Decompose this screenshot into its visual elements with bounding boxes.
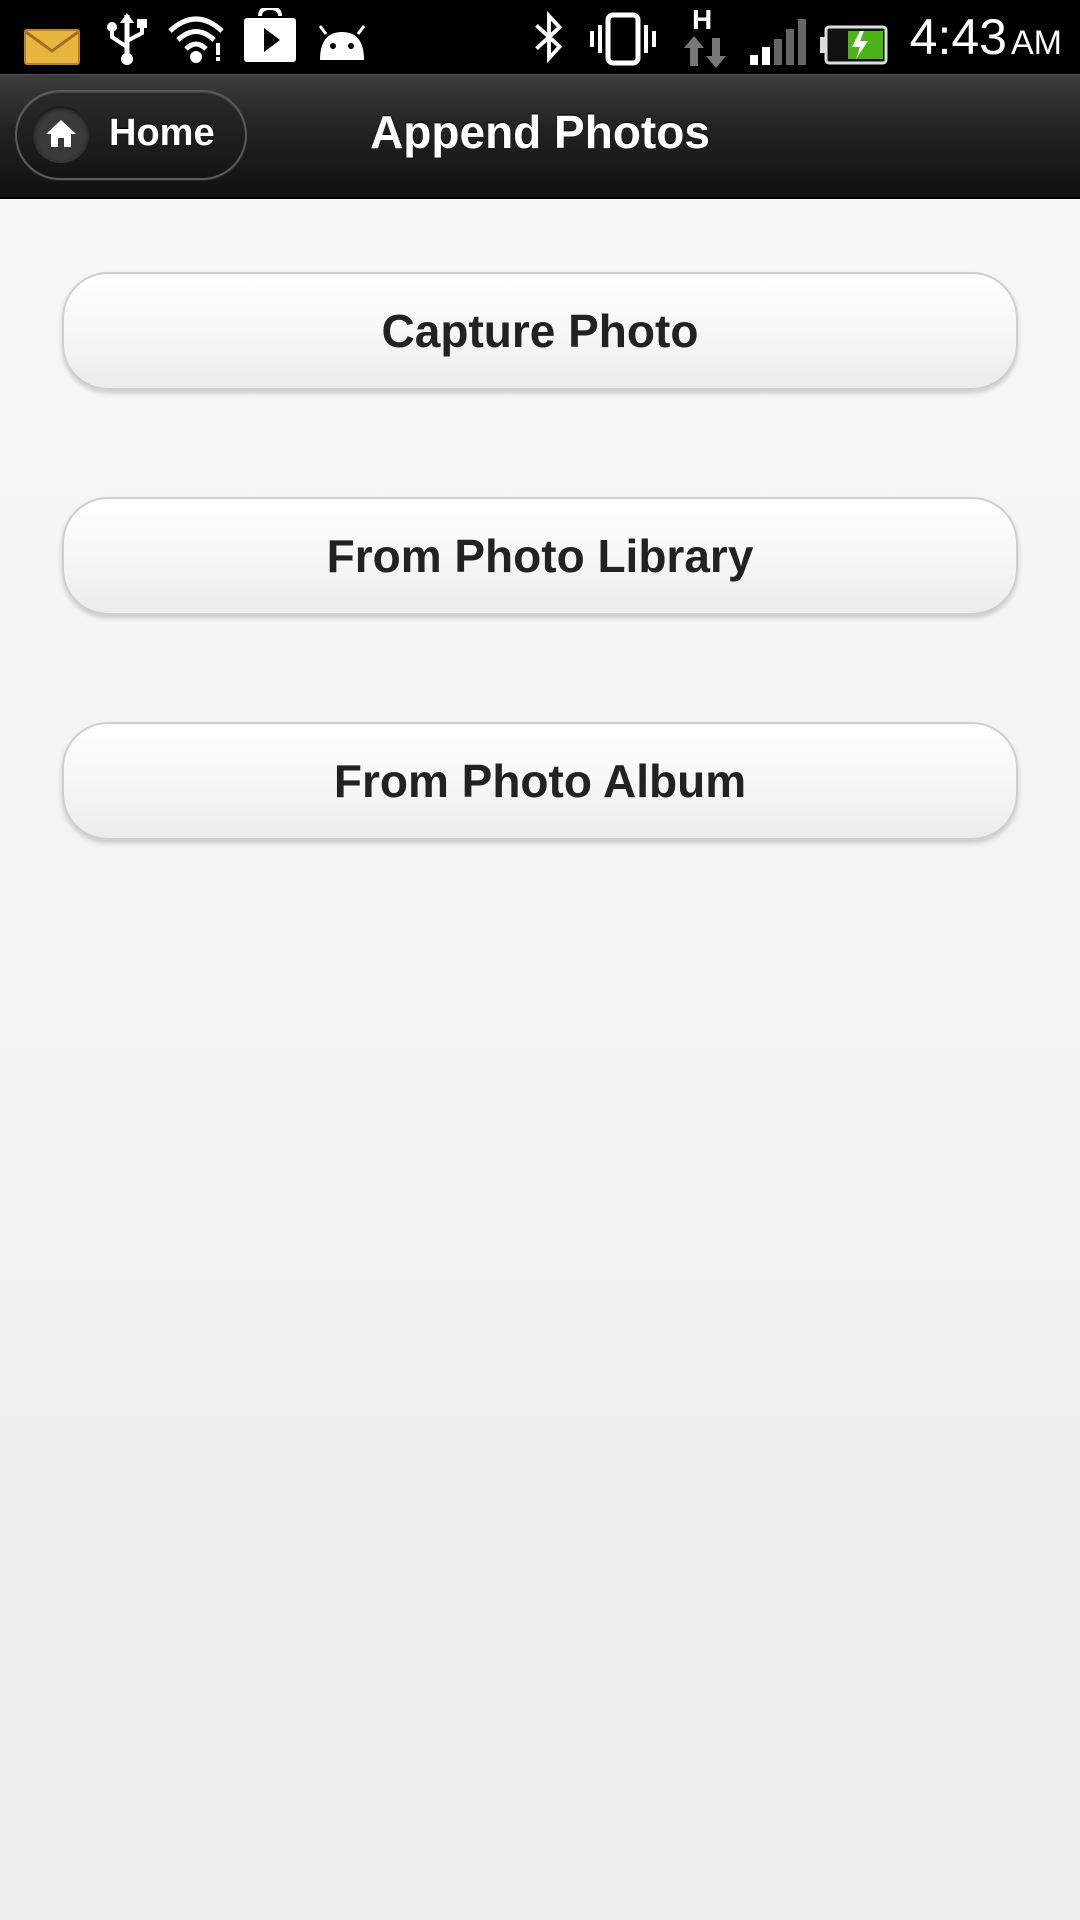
battery-charging-icon xyxy=(820,25,888,65)
android-icon xyxy=(318,25,366,60)
from-photo-album-button[interactable]: From Photo Album xyxy=(62,722,1018,840)
page-title: Append Photos xyxy=(370,106,710,158)
hspa-data-icon: H xyxy=(680,4,730,68)
play-store-icon xyxy=(244,8,296,62)
status-clock: 4:43 AM xyxy=(910,8,1062,66)
status-bar: H 4:43 AM xyxy=(0,0,1080,74)
bluetooth-icon xyxy=(535,10,563,64)
clock-ampm: AM xyxy=(1011,24,1062,62)
clock-time: 4:43 xyxy=(909,9,1007,65)
usb-icon xyxy=(107,13,147,65)
header-bar: Home Append Photos xyxy=(0,74,1080,199)
from-photo-library-button[interactable]: From Photo Library xyxy=(62,497,1018,615)
capture-photo-button[interactable]: Capture Photo xyxy=(62,272,1018,390)
wifi-icon xyxy=(168,16,224,63)
mail-icon xyxy=(24,29,80,65)
signal-icon xyxy=(750,19,806,65)
vibrate-icon xyxy=(590,12,656,66)
network-type-label: H xyxy=(692,4,713,35)
